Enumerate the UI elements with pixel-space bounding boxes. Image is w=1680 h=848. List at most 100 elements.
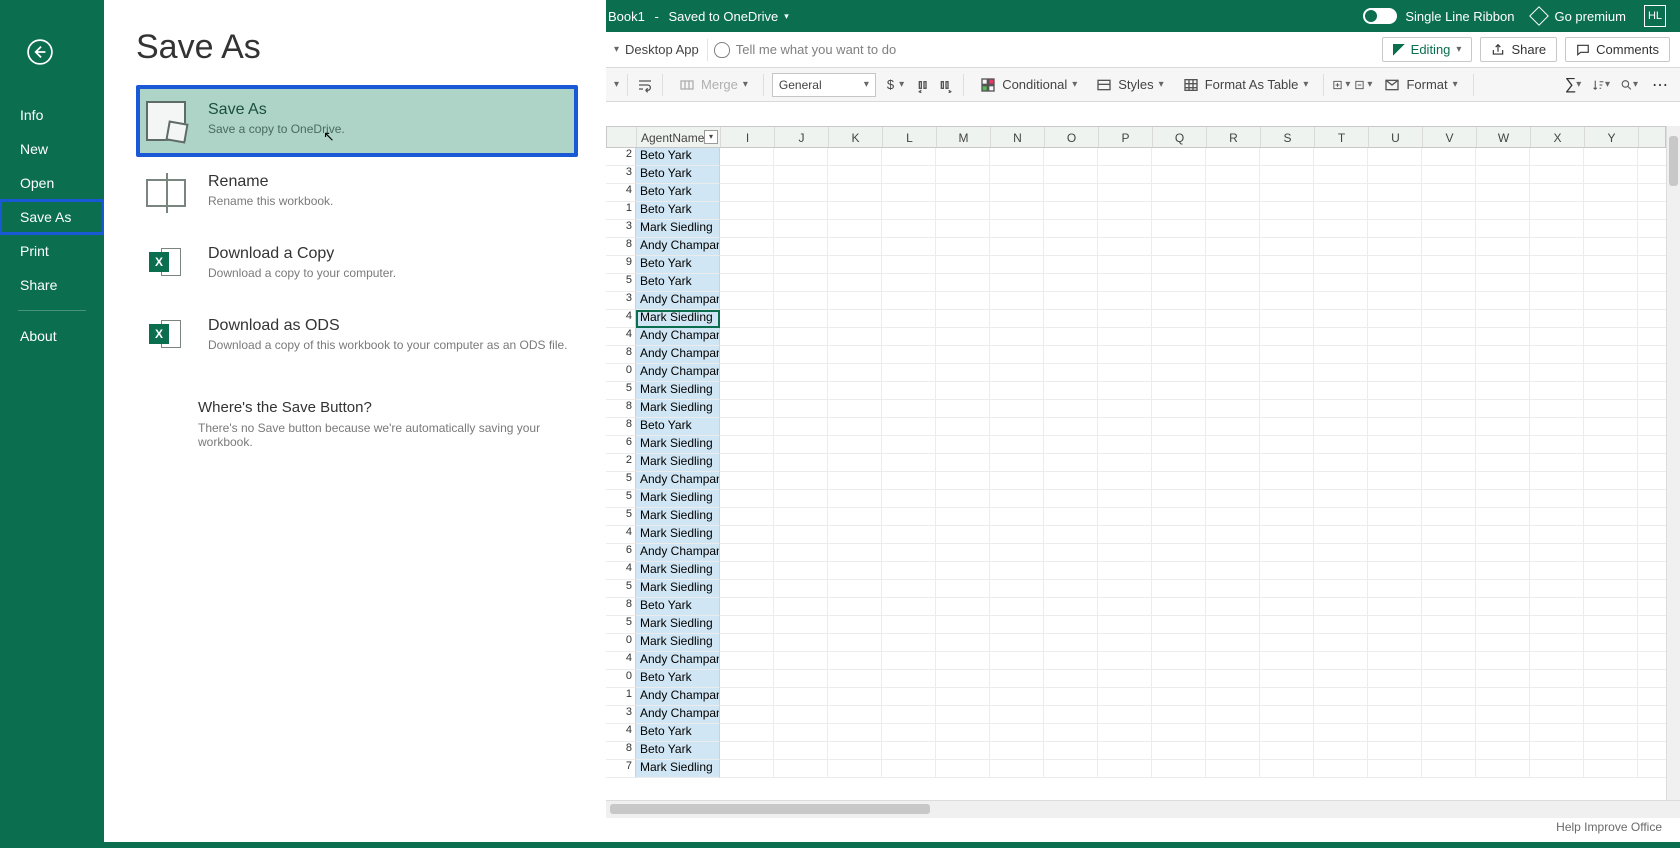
horizontal-scrollbar[interactable] (606, 800, 1680, 818)
table-row[interactable]: 5Mark Siedling (606, 508, 1666, 526)
table-row[interactable]: 7Mark Siedling (606, 760, 1666, 778)
decimal-increase-button[interactable] (937, 76, 955, 94)
sort-filter-button[interactable]: ▾ (1592, 76, 1610, 94)
column-header-T[interactable]: T (1315, 127, 1369, 147)
column-header-S[interactable]: S (1261, 127, 1315, 147)
column-header-W[interactable]: W (1477, 127, 1531, 147)
share-button[interactable]: Share (1480, 37, 1557, 62)
column-header-N[interactable]: N (991, 127, 1045, 147)
wrap-text-button[interactable] (636, 76, 654, 94)
currency-button[interactable]: $▾ (880, 74, 911, 95)
table-row[interactable]: 8Andy Champan (606, 346, 1666, 364)
table-row[interactable]: 8Beto Yark (606, 598, 1666, 616)
find-button[interactable]: ▾ (1620, 76, 1638, 94)
decimal-decrease-button[interactable] (915, 76, 933, 94)
insert-button[interactable]: ▾ (1332, 76, 1350, 94)
number-format-select[interactable]: General ▾ (772, 73, 876, 97)
table-row[interactable]: 4Andy Champan (606, 328, 1666, 346)
delete-button[interactable]: ▾ (1354, 76, 1372, 94)
column-header-J[interactable]: J (775, 127, 829, 147)
lightbulb-icon (714, 42, 730, 58)
sidebar-item-open[interactable]: Open (0, 166, 104, 200)
table-row[interactable]: 5Andy Champan (606, 472, 1666, 490)
table-row[interactable]: 0Mark Siedling (606, 634, 1666, 652)
table-row[interactable]: 8Beto Yark (606, 418, 1666, 436)
table-row[interactable]: 6Andy Champan (606, 544, 1666, 562)
column-header-X[interactable]: X (1531, 127, 1585, 147)
filter-button[interactable]: ▾ (704, 130, 718, 144)
table-row[interactable]: 5Mark Siedling (606, 382, 1666, 400)
table-row[interactable]: 1Andy Champan (606, 688, 1666, 706)
table-row[interactable]: 6Mark Siedling (606, 436, 1666, 454)
conditional-format-button[interactable]: Conditional▾ (972, 73, 1084, 97)
column-header-V[interactable]: V (1423, 127, 1477, 147)
more-button[interactable]: ⋯ (1648, 75, 1672, 95)
comments-button[interactable]: Comments (1565, 37, 1670, 62)
column-header-R[interactable]: R (1207, 127, 1261, 147)
sidebar-item-print[interactable]: Print (0, 234, 104, 268)
table-row[interactable]: 5Beto Yark (606, 274, 1666, 292)
table-row[interactable]: 0Beto Yark (606, 670, 1666, 688)
table-row[interactable]: 8Mark Siedling (606, 400, 1666, 418)
option-save-as[interactable]: Save AsSave a copy to OneDrive. (136, 85, 578, 157)
chevron-down-icon[interactable]: ▾ (614, 79, 619, 90)
spreadsheet-grid[interactable]: AgentName▾IJKLMNOPQRSTUVWXY 2Beto Yark3B… (606, 102, 1680, 800)
table-row[interactable]: 0Andy Champan (606, 364, 1666, 382)
column-header-Y[interactable]: Y (1585, 127, 1639, 147)
chevron-down-icon[interactable]: ▾ (784, 11, 789, 22)
table-row[interactable]: 4Beto Yark (606, 184, 1666, 202)
table-row[interactable]: 1Beto Yark (606, 202, 1666, 220)
styles-button[interactable]: Styles▾ (1088, 73, 1170, 97)
file-sidebar: InfoNewOpenSave AsPrintShare About (0, 0, 104, 848)
table-row[interactable]: 5Mark Siedling (606, 580, 1666, 598)
sidebar-item-info[interactable]: Info (0, 98, 104, 132)
column-header-U[interactable]: U (1369, 127, 1423, 147)
table-row[interactable]: 4Beto Yark (606, 724, 1666, 742)
help-improve-link[interactable]: Help Improve Office (1556, 820, 1680, 834)
ribbon-toggle[interactable]: Single Line Ribbon (1363, 8, 1514, 24)
column-header-O[interactable]: O (1045, 127, 1099, 147)
editing-mode-button[interactable]: Editing ▾ (1382, 37, 1473, 62)
column-header-L[interactable]: L (883, 127, 937, 147)
option-download-a-copy[interactable]: XDownload a CopyDownload a copy to your … (136, 229, 578, 301)
go-premium-button[interactable]: Go premium (1532, 9, 1626, 24)
sidebar-item-new[interactable]: New (0, 132, 104, 166)
table-row[interactable]: 2Mark Siedling (606, 454, 1666, 472)
column-headers[interactable]: AgentName▾IJKLMNOPQRSTUVWXY (606, 126, 1666, 148)
open-desktop-button[interactable]: ▾ Desktop App (606, 32, 707, 67)
sidebar-item-save-as[interactable]: Save As (0, 200, 104, 234)
table-row[interactable]: 4Mark Siedling (606, 526, 1666, 544)
table-row[interactable]: 3Andy Champan (606, 292, 1666, 310)
table-row[interactable]: 3Beto Yark (606, 166, 1666, 184)
user-badge[interactable]: HL (1644, 5, 1666, 27)
format-as-table-button[interactable]: Format As Table▾ (1175, 73, 1316, 97)
column-header-M[interactable]: M (937, 127, 991, 147)
merge-button[interactable]: Merge ▾ (671, 73, 755, 97)
table-row[interactable]: 4Andy Champan (606, 652, 1666, 670)
table-row[interactable]: 2Beto Yark (606, 148, 1666, 166)
column-header-K[interactable]: K (829, 127, 883, 147)
sidebar-item-share[interactable]: Share (0, 268, 104, 302)
autosum-button[interactable]: ∑▾ (1564, 76, 1582, 94)
vertical-scrollbar[interactable] (1666, 126, 1680, 800)
table-row[interactable]: 4Mark Siedling (606, 310, 1666, 328)
column-header-agentname[interactable]: AgentName▾ (637, 127, 721, 147)
tell-me-search[interactable]: Tell me what you want to do (708, 32, 1374, 67)
option-rename[interactable]: RenameRename this workbook. (136, 157, 578, 229)
table-row[interactable]: 4Mark Siedling (606, 562, 1666, 580)
sidebar-item-about[interactable]: About (0, 319, 104, 353)
table-row[interactable]: 3Mark Siedling (606, 220, 1666, 238)
table-row[interactable]: 8Beto Yark (606, 742, 1666, 760)
format-button[interactable]: Format▾ (1376, 73, 1464, 97)
column-header-Q[interactable]: Q (1153, 127, 1207, 147)
ribbon-toolbar: ▾ Merge ▾ General ▾ $▾ Conditional▾ Styl… (606, 68, 1680, 102)
option-download-as-ods[interactable]: XDownload as ODSDownload a copy of this … (136, 301, 578, 373)
column-header-I[interactable]: I (721, 127, 775, 147)
column-header-P[interactable]: P (1099, 127, 1153, 147)
table-row[interactable]: 9Beto Yark (606, 256, 1666, 274)
table-row[interactable]: 8Andy Champan (606, 238, 1666, 256)
back-button[interactable] (18, 30, 62, 74)
table-row[interactable]: 5Mark Siedling (606, 616, 1666, 634)
table-row[interactable]: 3Andy Champan (606, 706, 1666, 724)
table-row[interactable]: 5Mark Siedling (606, 490, 1666, 508)
